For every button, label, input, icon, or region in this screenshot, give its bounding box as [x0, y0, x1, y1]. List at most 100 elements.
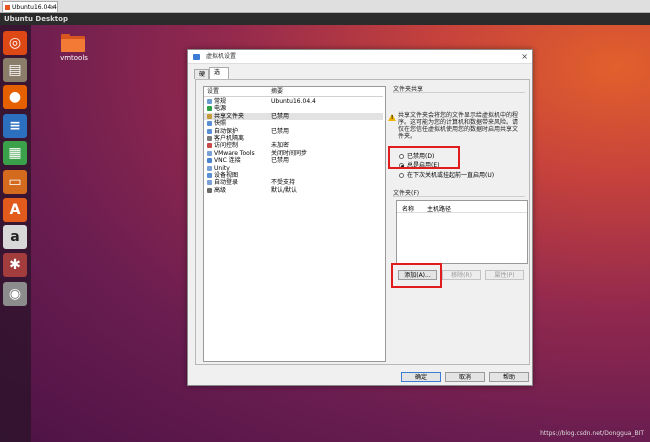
- watermark-text: https://blog.csdn.net/Donggua_BIT: [540, 430, 644, 437]
- setting-name: 自动登录: [214, 179, 239, 187]
- radio-until-shutdown[interactable]: 在下次关机或挂起前一直启用(U): [399, 172, 524, 180]
- setting-name: 快照: [214, 120, 227, 128]
- launcher-glyph: A: [9, 202, 21, 218]
- cancel-button[interactable]: 取消: [445, 372, 485, 382]
- radio-label: 在下次关机或挂起前一直启用(U): [407, 172, 495, 179]
- setting-summary: 已禁用: [271, 157, 290, 165]
- settings-row[interactable]: 访问控制 未加密: [204, 142, 383, 149]
- vm-icon: [193, 54, 200, 60]
- settings-row[interactable]: 常规 Ubuntu16.04.4: [204, 98, 383, 105]
- tab-ubuntu[interactable]: Ubuntu16.04.4 ×: [2, 1, 58, 12]
- launcher-glyph: ▤: [8, 62, 22, 78]
- settings-row[interactable]: 自动登录 不受支持: [204, 179, 383, 186]
- ubuntu-dash-icon[interactable]: ◎: [3, 31, 27, 55]
- close-icon[interactable]: ×: [50, 2, 55, 13]
- dvd-icon[interactable]: ◉: [3, 282, 27, 306]
- folder-icon[interactable]: [61, 34, 85, 52]
- setting-icon: [207, 165, 212, 171]
- setting-icon: [207, 158, 212, 164]
- dialog-title: 虚拟机设置: [206, 53, 237, 60]
- vm-icon: [5, 5, 10, 10]
- folder-label[interactable]: vmtools: [56, 54, 92, 62]
- launcher-glyph: ●: [8, 89, 22, 105]
- setting-name: 电源: [214, 105, 227, 113]
- setting-name: 共享文件夹: [214, 112, 245, 120]
- files-icon[interactable]: ▤: [3, 58, 27, 82]
- settings-row[interactable]: 电源: [204, 105, 383, 112]
- properties-button[interactable]: 属性(P): [485, 270, 524, 280]
- setting-icon: [207, 150, 212, 156]
- close-icon[interactable]: ×: [521, 50, 528, 64]
- setting-summary: 关闭时间同步: [271, 149, 308, 157]
- options-panel: 设置 摘要 常规 Ubuntu16.04.4 电源 共享文件夹 已禁用 快照 自动保护 已禁用…: [195, 79, 530, 365]
- setting-icon: [207, 180, 212, 186]
- settings-row[interactable]: 共享文件夹 已禁用: [204, 112, 383, 120]
- settings-list: 设置 摘要 常规 Ubuntu16.04.4 电源 共享文件夹 已禁用 快照 自动保护 已禁用…: [203, 86, 386, 362]
- software-center-icon[interactable]: A: [3, 198, 27, 222]
- setting-icon: [207, 121, 212, 127]
- radio-dot: [399, 173, 404, 178]
- impress-icon[interactable]: ▭: [3, 170, 27, 194]
- setting-name: VMware Tools: [214, 149, 255, 157]
- setting-icon: [207, 143, 212, 149]
- tab-hardware[interactable]: 硬件: [194, 69, 209, 88]
- setting-icon: [207, 128, 212, 134]
- highlight-box: [391, 263, 442, 288]
- system-settings-icon[interactable]: ✱: [3, 253, 27, 277]
- setting-summary: Ubuntu16.04.4: [271, 98, 316, 105]
- setting-name: 自动保护: [214, 127, 239, 135]
- settings-row[interactable]: 快照: [204, 120, 383, 127]
- setting-name: Unity: [214, 164, 230, 172]
- settings-row[interactable]: VMware Tools 关闭时间同步: [204, 150, 383, 157]
- settings-row[interactable]: 设备视图: [204, 172, 383, 179]
- tab-options[interactable]: 选项: [209, 67, 229, 86]
- launcher-glyph: ▭: [8, 174, 22, 190]
- launcher-glyph: ◎: [8, 35, 22, 51]
- ok-button[interactable]: 确定: [401, 372, 441, 382]
- setting-name: 访问控制: [214, 142, 239, 150]
- setting-name: 常规: [214, 98, 227, 105]
- launcher-glyph: ◉: [8, 286, 22, 302]
- setting-summary: 默认/默认: [271, 186, 298, 194]
- settings-row[interactable]: 客户机隔离: [204, 135, 383, 142]
- setting-icon: [207, 106, 212, 112]
- dialog-titlebar: 虚拟机设置 ×: [188, 50, 532, 64]
- highlight-box: [388, 146, 460, 169]
- remove-button[interactable]: 移除(R): [442, 270, 481, 280]
- setting-icon: [207, 136, 212, 141]
- setting-name: 设备视图: [214, 172, 239, 179]
- help-button[interactable]: 帮助: [489, 372, 529, 382]
- setting-name: VNC 连接: [214, 157, 241, 165]
- setting-icon: [207, 113, 212, 119]
- firefox-icon[interactable]: ●: [3, 85, 27, 109]
- top-bar: Ubuntu Desktop: [0, 13, 650, 25]
- setting-name: 高级: [214, 186, 227, 194]
- vm-settings-dialog: 虚拟机设置 × 硬件 选项 设置 摘要 常规 Ubuntu16.04.4 电源共享文…: [187, 49, 533, 386]
- warning-icon: [388, 114, 396, 121]
- setting-summary: 已禁用: [271, 112, 290, 120]
- amazon-icon[interactable]: a: [3, 225, 27, 249]
- setting-name: 客户机隔离: [214, 135, 245, 142]
- settings-row[interactable]: Unity: [204, 165, 383, 172]
- setting-icon: [207, 173, 212, 178]
- column-setting: 设置: [207, 88, 220, 95]
- settings-row[interactable]: 高级 默认/默认: [204, 187, 383, 194]
- settings-row[interactable]: VNC 连接 已禁用: [204, 157, 383, 164]
- calc-icon[interactable]: ▦: [3, 141, 27, 165]
- launcher-glyph: ▦: [8, 145, 22, 161]
- launcher-glyph: a: [10, 229, 20, 245]
- setting-icon: [207, 99, 212, 104]
- writer-icon[interactable]: ≡: [3, 114, 27, 138]
- folders-list[interactable]: 名称 主机路径: [396, 200, 528, 264]
- launcher-glyph: ≡: [9, 118, 21, 134]
- settings-row[interactable]: 自动保护 已禁用: [204, 128, 383, 135]
- share-warning-text: 共享文件夹会将您的文件显示给虚拟机中的程序。这可能为您的计算机和数据带来风险。请…: [398, 112, 519, 140]
- setting-summary: 不受支持: [271, 179, 296, 187]
- setting-icon: [207, 187, 212, 193]
- launcher-glyph: ✱: [9, 257, 21, 273]
- setting-summary: 已禁用: [271, 127, 290, 135]
- top-bar-title: Ubuntu Desktop: [4, 15, 68, 23]
- browser-tab-strip: Ubuntu16.04.4 ×: [0, 0, 650, 13]
- column-summary: 摘要: [271, 88, 284, 95]
- setting-summary: 未加密: [271, 142, 290, 150]
